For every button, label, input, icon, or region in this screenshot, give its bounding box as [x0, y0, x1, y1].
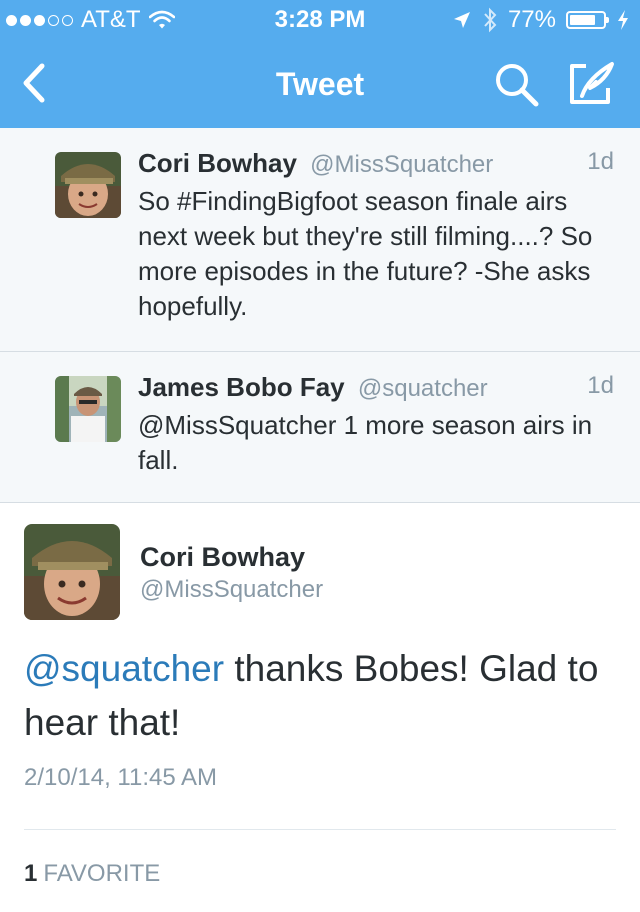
status-bar: AT&T 3:28 PM 77%: [0, 0, 640, 40]
tweet-time: 1d: [587, 372, 614, 399]
author-name[interactable]: James Bobo Fay: [138, 372, 345, 402]
favorites-label: FAVORITE: [43, 860, 161, 887]
tweet-header: Cori Bowhay @MissSquatcher 1d: [138, 148, 614, 179]
search-icon: [496, 64, 539, 107]
battery-fill: [570, 15, 595, 25]
author-handle[interactable]: @squatcher: [358, 375, 488, 402]
status-right: 77%: [452, 0, 630, 40]
location-arrow-icon: [453, 12, 470, 28]
tweet-header: James Bobo Fay @squatcher 1d: [138, 372, 614, 403]
main-author-handle[interactable]: @MissSquatcher: [140, 576, 323, 604]
divider: [24, 829, 616, 830]
nav-bar: Tweet: [0, 40, 640, 128]
conversation-tweet[interactable]: James Bobo Fay @squatcher 1d @MissSquatc…: [0, 352, 640, 503]
avatar-image: [55, 376, 121, 442]
tweet-text: So #FindingBigfoot season finale airs ne…: [138, 186, 593, 321]
search-button[interactable]: [494, 62, 540, 108]
main-tweet-text: @squatcher thanks Bobes! Glad to hear th…: [24, 642, 616, 750]
page-title: Tweet: [275, 66, 365, 102]
compose-tweet-icon: [570, 62, 614, 104]
mention-link[interactable]: @squatcher: [24, 648, 224, 689]
battery-percent: 77%: [507, 6, 556, 33]
author-name[interactable]: Cori Bowhay: [138, 148, 297, 178]
tweet-text: @MissSquatcher 1 more season airs in fal…: [138, 410, 593, 475]
avatar-image: [24, 524, 120, 620]
avatar[interactable]: [55, 152, 121, 218]
main-author-name[interactable]: Cori Bowhay: [140, 542, 305, 573]
top-bar: AT&T 3:28 PM 77% Tweet: [0, 0, 640, 128]
favorites-count: 1: [24, 860, 38, 887]
main-avatar[interactable]: [24, 524, 120, 620]
favorites-stat[interactable]: 1 FAVORITE: [24, 860, 160, 888]
bluetooth-icon: [484, 7, 497, 33]
tweet-time: 1d: [587, 148, 614, 175]
avatar[interactable]: [55, 376, 121, 442]
charging-bolt-icon: [618, 10, 628, 30]
battery-icon: [566, 11, 609, 29]
author-handle[interactable]: @MissSquatcher: [310, 151, 493, 178]
compose-button[interactable]: [566, 60, 616, 108]
avatar-image: [55, 152, 121, 218]
main-tweet-timestamp: 2/10/14, 11:45 AM: [24, 764, 218, 791]
conversation-tweet[interactable]: Cori Bowhay @MissSquatcher 1d So #Findin…: [0, 128, 640, 352]
